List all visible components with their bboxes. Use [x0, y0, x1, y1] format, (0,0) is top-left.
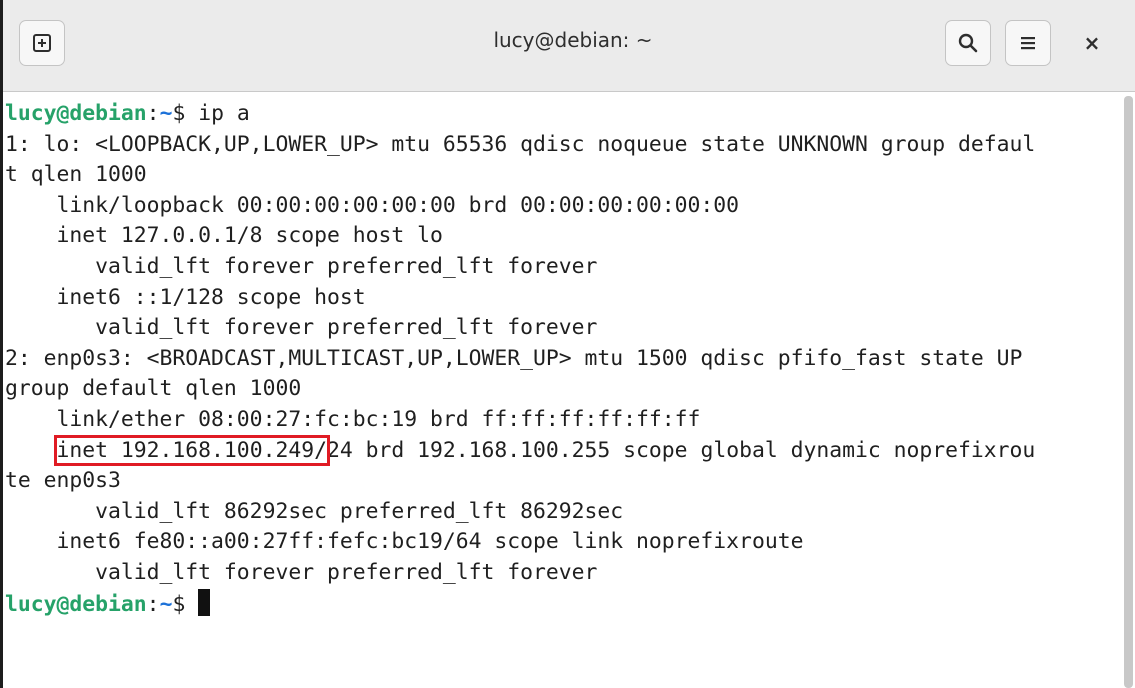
- prompt-symbol: $: [172, 591, 199, 617]
- close-icon: ×: [1083, 31, 1101, 55]
- close-button[interactable]: ×: [1069, 20, 1115, 66]
- output-line: link/loopback 00:00:00:00:00:00 brd 00:0…: [5, 192, 740, 218]
- output-line: valid_lft forever preferred_lft forever: [5, 559, 598, 585]
- output-line: inet 127.0.0.1/8 scope host lo: [5, 223, 443, 249]
- command-text: ip a: [198, 101, 250, 126]
- hamburger-menu-icon: [1021, 37, 1035, 50]
- output-line: link/ether 08:00:27:fc:bc:19 brd ff:ff:f…: [5, 406, 701, 432]
- prompt-separator: :: [146, 101, 160, 126]
- output-line: te enp0s3: [5, 468, 121, 494]
- new-tab-button[interactable]: [19, 20, 65, 66]
- search-button[interactable]: [945, 20, 991, 66]
- prompt-line: lucy@debian:~$: [5, 588, 1120, 620]
- output-line: valid_lft forever preferred_lft forever: [5, 315, 598, 341]
- output-line: inet6 ::1/128 scope host: [5, 284, 366, 310]
- output-line: 2: enp0s3: <BROADCAST,MULTICAST,UP,LOWER…: [5, 345, 1023, 371]
- highlighted-output-line: inet 192.168.100.249/24 brd 192.168.100.…: [5, 434, 1120, 467]
- output-line: 1: lo: <LOOPBACK,UP,LOWER_UP> mtu 65536 …: [5, 131, 1036, 157]
- terminal-output[interactable]: lucy@debian:~$ ip a 1: lo: <LOOPBACK,UP,L…: [5, 99, 1120, 688]
- output-line: t qlen 1000: [5, 162, 147, 188]
- output-line: group default qlen 1000: [5, 376, 302, 402]
- header-bar: lucy@debian: ~ ×: [3, 0, 1135, 92]
- prompt-path: ~: [159, 101, 173, 126]
- prompt-user-host: lucy@debian: [5, 591, 147, 617]
- prompt-separator: :: [146, 591, 160, 617]
- window-left-edge: [0, 0, 3, 688]
- terminal-window: lucy@debian: ~ × lucy@debian:~$ ip a 1: l…: [0, 0, 1135, 688]
- text-cursor: [198, 588, 211, 616]
- prompt-user-host: lucy@debian: [5, 101, 147, 126]
- menu-button[interactable]: [1005, 20, 1051, 66]
- prompt-path: ~: [159, 591, 173, 617]
- new-tab-icon: [33, 34, 51, 52]
- line-rest: 24 brd 192.168.100.255 scope global dyna…: [326, 437, 1036, 463]
- scrollbar[interactable]: [1124, 96, 1133, 688]
- prompt-symbol: $: [172, 101, 199, 126]
- output-line: inet6 fe80::a00:27ff:fefc:bc19/64 scope …: [5, 529, 804, 555]
- command-line: lucy@debian:~$ ip a: [5, 99, 1120, 130]
- window-title: lucy@debian: ~: [493, 28, 653, 52]
- search-icon: [958, 33, 978, 53]
- ip-address-highlight: inet 192.168.100.249/: [53, 434, 330, 466]
- output-line: valid_lft 86292sec preferred_lft 86292se…: [5, 498, 624, 524]
- output-line: valid_lft forever preferred_lft forever: [5, 253, 598, 279]
